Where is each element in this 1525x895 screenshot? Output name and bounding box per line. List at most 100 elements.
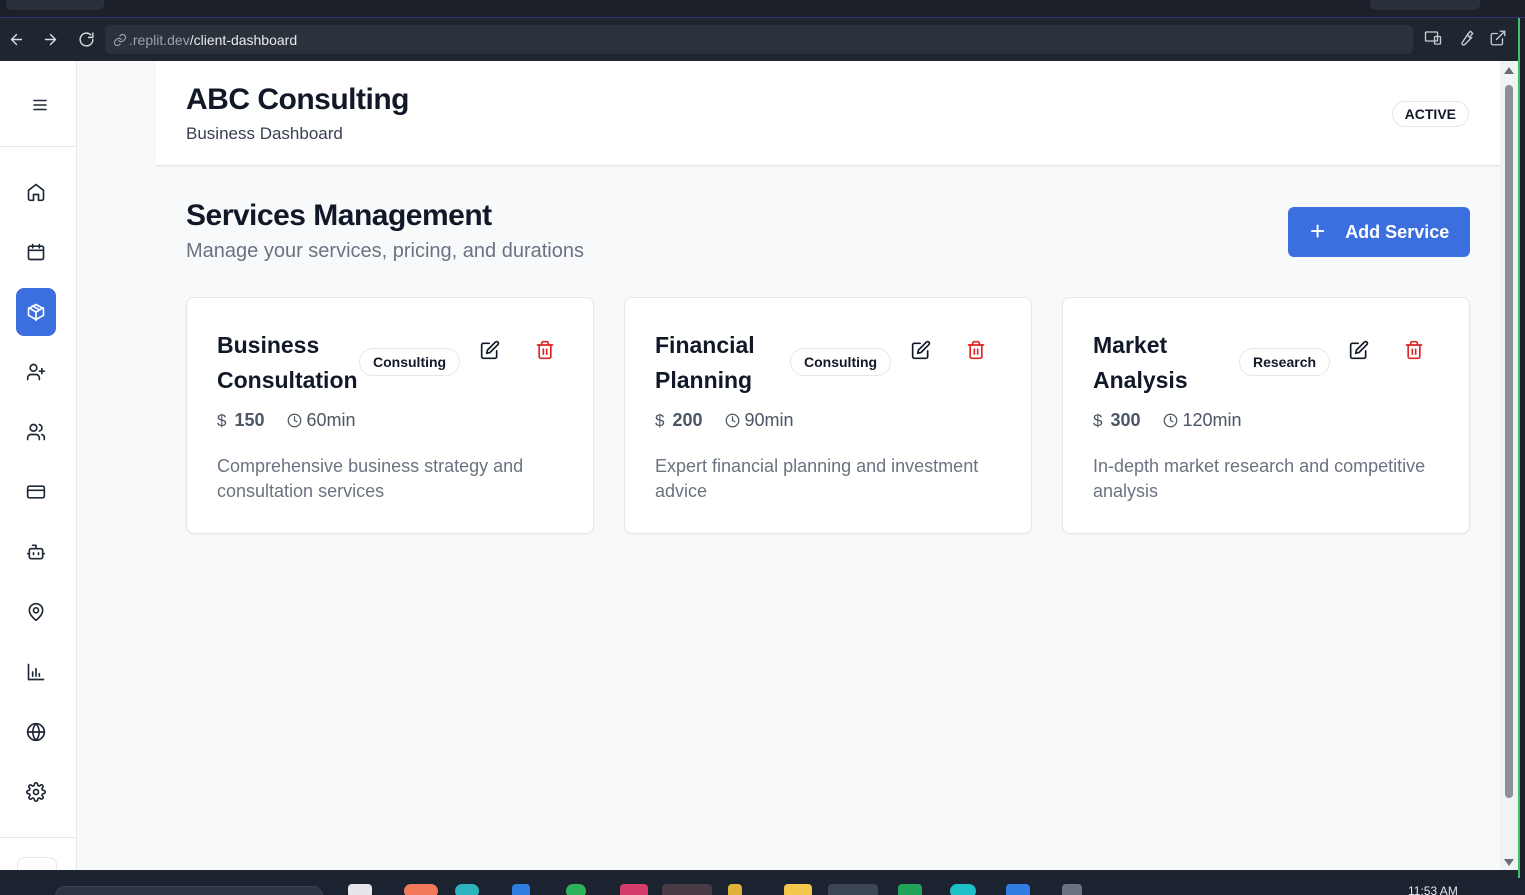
clock-icon <box>1163 413 1177 428</box>
delete-button[interactable] <box>1404 340 1426 362</box>
taskbar-app-icon[interactable] <box>1006 884 1030 895</box>
service-card: Financial Planning Consulting $ 200 90mi… <box>624 297 1032 534</box>
clock-icon <box>725 413 739 428</box>
trash-icon <box>536 340 554 360</box>
service-price: 150 <box>234 410 265 430</box>
page-scrollbar[interactable] <box>1500 61 1518 870</box>
taskbar-app-icon[interactable] <box>898 884 922 895</box>
wrench-icon[interactable] <box>1457 29 1477 49</box>
taskbar-app-icon[interactable] <box>950 884 976 895</box>
browser-tab[interactable] <box>1370 0 1480 10</box>
brand-subtitle: Business Dashboard <box>186 124 343 143</box>
url-host: .replit.dev <box>129 31 190 48</box>
service-description: Comprehensive business strategy and cons… <box>217 456 524 501</box>
sidebar-item-payments[interactable] <box>16 468 56 516</box>
back-button[interactable] <box>4 27 28 51</box>
sidebar-item-services[interactable] <box>16 288 56 336</box>
service-card: Business Consultation Consulting $ 150 6… <box>186 297 594 534</box>
taskbar-app-icon[interactable] <box>784 884 812 895</box>
sidebar-footer-button[interactable] <box>17 857 57 870</box>
page-title: Services Management <box>186 199 492 232</box>
sidebar-item-home[interactable] <box>16 168 56 216</box>
service-meta: $ 300 120min <box>1093 410 1242 431</box>
os-taskbar <box>0 878 1525 895</box>
sidebar-item-analytics[interactable] <box>16 648 56 696</box>
sidebar-item-bot[interactable] <box>16 528 56 576</box>
sidebar-divider <box>0 837 77 838</box>
category-badge: Consulting <box>790 348 892 376</box>
menu-toggle-button[interactable] <box>26 93 54 117</box>
bot-icon <box>26 544 46 560</box>
plus-icon: + <box>1310 215 1326 246</box>
taskbar-app-icon[interactable] <box>620 884 648 895</box>
address-bar[interactable]: .replit.dev/client-dashboard <box>105 25 1413 54</box>
edit-button[interactable] <box>911 340 933 362</box>
edit-icon <box>480 340 500 360</box>
service-price: 300 <box>1110 410 1141 430</box>
calendar-icon <box>27 243 45 261</box>
taskbar-app-icon[interactable] <box>404 884 438 895</box>
home-icon <box>27 183 45 202</box>
service-meta: $ 200 90min <box>655 410 794 431</box>
scroll-down-icon[interactable] <box>1504 859 1514 866</box>
service-description: In-depth market research and competitive… <box>1093 456 1426 501</box>
reload-button[interactable] <box>74 27 98 51</box>
scroll-thumb[interactable] <box>1505 85 1513 798</box>
trash-icon <box>1405 340 1423 360</box>
clock-icon <box>287 413 301 428</box>
taskbar-app-icon[interactable] <box>566 884 586 895</box>
trash-icon <box>967 340 985 360</box>
dollar-icon: $ <box>217 410 227 430</box>
browser-tab-strip <box>0 0 1525 18</box>
delete-button[interactable] <box>966 340 988 362</box>
service-duration: 90min <box>744 410 794 430</box>
page-subtitle: Manage your services, pricing, and durat… <box>186 240 584 262</box>
browser-tab[interactable] <box>6 0 104 10</box>
dollar-icon: $ <box>1093 410 1103 430</box>
taskbar-app-icon[interactable] <box>348 884 372 895</box>
user-plus-icon <box>26 363 46 381</box>
sidebar-item-locations[interactable] <box>16 588 56 636</box>
credit-card-icon <box>26 485 46 499</box>
service-title: Business Consultation <box>217 332 358 393</box>
service-title: Financial Planning <box>655 332 755 393</box>
sidebar-item-website[interactable] <box>16 708 56 756</box>
sidebar-item-settings[interactable] <box>16 768 56 816</box>
service-duration: 120min <box>1182 410 1242 430</box>
taskbar-app-icon[interactable] <box>728 884 742 895</box>
add-service-button[interactable]: + Add Service <box>1288 207 1470 257</box>
gear-icon <box>26 782 46 802</box>
taskbar-search[interactable] <box>55 886 323 895</box>
map-pin-icon <box>28 602 44 622</box>
edit-button[interactable] <box>1349 340 1371 362</box>
dollar-icon: $ <box>655 410 665 430</box>
service-title: Market Analysis <box>1093 332 1188 393</box>
external-link-icon[interactable] <box>1489 29 1509 49</box>
edit-icon <box>1349 340 1369 360</box>
service-description: Expert financial planning and investment… <box>655 456 979 501</box>
scroll-up-icon[interactable] <box>1504 67 1514 74</box>
sidebar-item-calendar[interactable] <box>16 228 56 276</box>
status-badge: ACTIVE <box>1391 101 1469 127</box>
edit-button[interactable] <box>480 340 502 362</box>
url-path: /client-dashboard <box>189 31 298 48</box>
brand-title: ABC Consulting <box>186 83 409 116</box>
forward-button[interactable] <box>38 27 62 51</box>
taskbar-app-icon[interactable] <box>512 884 530 895</box>
sidebar-item-add-client[interactable] <box>16 348 56 396</box>
arrow-left-icon <box>10 33 22 45</box>
service-price: 200 <box>672 410 703 430</box>
bar-chart-icon <box>27 663 45 681</box>
delete-button[interactable] <box>535 340 557 362</box>
reload-icon <box>78 31 94 47</box>
taskbar-app-icon[interactable] <box>662 884 712 895</box>
taskbar-app-icon[interactable] <box>455 884 479 895</box>
sidebar-item-clients[interactable] <box>16 408 56 456</box>
add-service-label: Add Service <box>1345 221 1450 242</box>
taskbar-app-icon[interactable] <box>1062 884 1082 895</box>
page-header: ABC Consulting Business Dashboard ACTIVE <box>156 61 1500 166</box>
taskbar-app-icon[interactable] <box>828 884 878 895</box>
globe-icon <box>26 722 46 742</box>
edit-icon <box>911 340 931 360</box>
cast-icon[interactable] <box>1424 29 1444 49</box>
